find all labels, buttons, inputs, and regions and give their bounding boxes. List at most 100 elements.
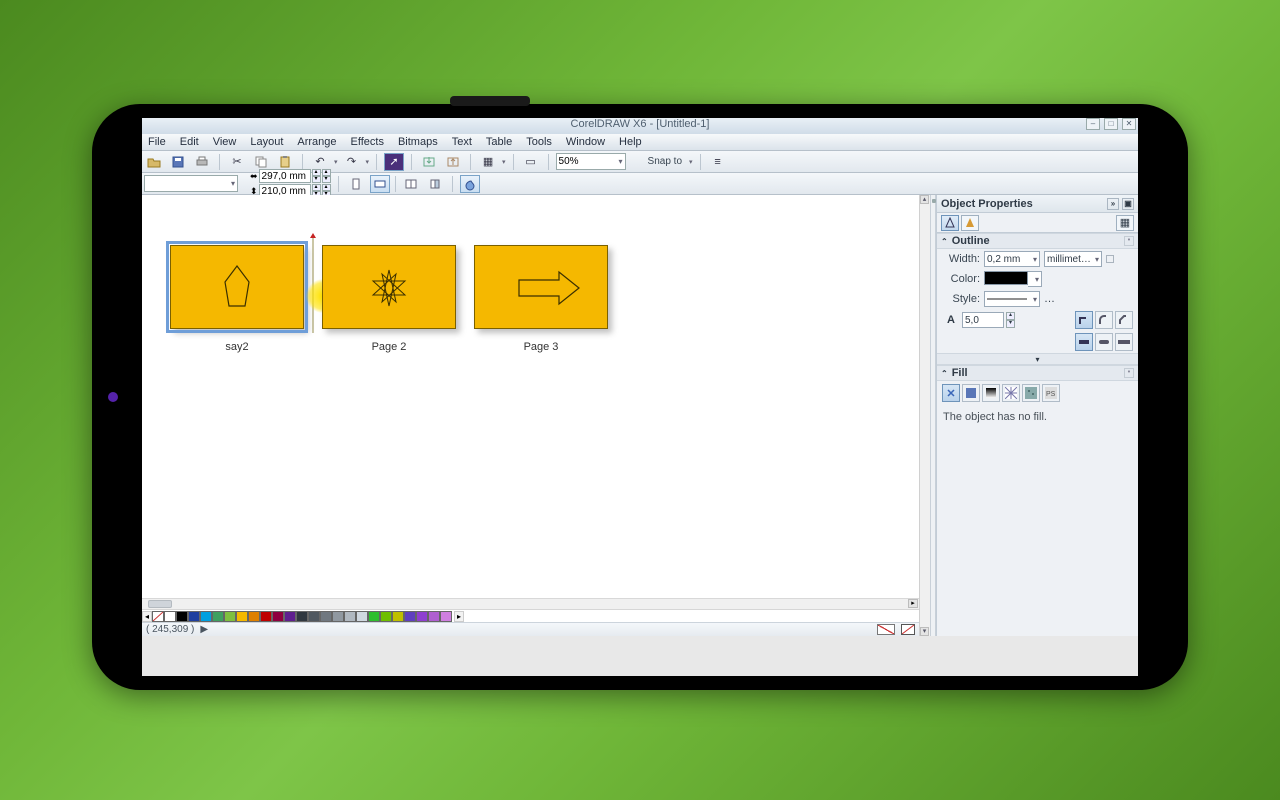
fill-uniform-button[interactable] <box>962 384 980 402</box>
palette-prev-button[interactable]: ◂ <box>142 611 152 622</box>
palette-swatch-17[interactable] <box>368 611 380 622</box>
palette-swatch-15[interactable] <box>344 611 356 622</box>
outline-style-more[interactable]: … <box>1044 293 1055 305</box>
pick-tool-button[interactable]: ➚ <box>384 153 404 171</box>
print-button[interactable] <box>192 153 212 171</box>
outline-expander[interactable]: ▾ <box>937 353 1138 365</box>
miter-limit-input[interactable]: 5,0 <box>962 312 1004 328</box>
page-thumb-3[interactable] <box>474 245 608 329</box>
import-button[interactable] <box>419 153 439 171</box>
palette-swatch-16[interactable] <box>356 611 368 622</box>
page-width-spinner[interactable]: ▴▾ <box>312 169 321 183</box>
close-button[interactable]: ✕ <box>1122 118 1136 130</box>
outline-style-combo[interactable]: ▾ <box>984 291 1040 307</box>
menu-edit[interactable]: Edit <box>180 136 199 148</box>
page-label-1[interactable]: say2 <box>170 341 304 353</box>
status-play-icon[interactable]: ▶ <box>200 624 208 635</box>
palette-swatch-10[interactable] <box>284 611 296 622</box>
palette-swatch-19[interactable] <box>392 611 404 622</box>
cap-round-button[interactable] <box>1095 333 1113 351</box>
palette-swatch-14[interactable] <box>332 611 344 622</box>
menu-view[interactable]: View <box>213 136 237 148</box>
palette-swatch-20[interactable] <box>404 611 416 622</box>
palette-swatch-2[interactable] <box>188 611 200 622</box>
publish-button[interactable]: ▦ <box>478 153 498 171</box>
menu-bitmaps[interactable]: Bitmaps <box>398 136 438 148</box>
palette-swatch-3[interactable] <box>200 611 212 622</box>
menu-text[interactable]: Text <box>452 136 472 148</box>
save-button[interactable] <box>168 153 188 171</box>
corner-bevel-button[interactable] <box>1115 311 1133 329</box>
palette-swatch-13[interactable] <box>320 611 332 622</box>
outline-unit-combo[interactable]: millimet…▾ <box>1044 251 1102 267</box>
redo-button[interactable]: ↷ <box>342 153 362 171</box>
current-page-button[interactable] <box>425 175 445 193</box>
page-width-nudge[interactable]: ▴▾ <box>322 169 331 183</box>
copy-button[interactable] <box>251 153 271 171</box>
outline-color-dropdown[interactable]: ▾ <box>1028 271 1042 287</box>
fullscreen-button[interactable]: ▭ <box>521 153 541 171</box>
outline-color-swatch[interactable] <box>984 271 1028 285</box>
page-thumb-1[interactable] <box>170 245 304 329</box>
palette-swatch-1[interactable] <box>176 611 188 622</box>
paste-button[interactable] <box>275 153 295 171</box>
palette-swatch-22[interactable] <box>428 611 440 622</box>
maximize-button[interactable]: □ <box>1104 118 1118 130</box>
tab-pin-button[interactable]: ▦ <box>1116 215 1134 231</box>
menu-tools[interactable]: Tools <box>526 136 552 148</box>
palette-swatch-6[interactable] <box>236 611 248 622</box>
export-button[interactable] <box>443 153 463 171</box>
menu-help[interactable]: Help <box>619 136 642 148</box>
palette-swatch-11[interactable] <box>296 611 308 622</box>
palette-swatch-9[interactable] <box>272 611 284 622</box>
scroll-right-button[interactable]: ▸ <box>908 599 918 608</box>
minimize-button[interactable]: – <box>1086 118 1100 130</box>
landscape-button[interactable] <box>370 175 390 193</box>
no-color-swatch[interactable] <box>152 611 164 622</box>
dock-splitter[interactable] <box>930 195 936 636</box>
portrait-button[interactable] <box>346 175 366 193</box>
page-label-3[interactable]: Page 3 <box>474 341 608 353</box>
treat-as-filled-button[interactable] <box>460 175 480 193</box>
scroll-down-button[interactable]: ▾ <box>920 627 929 636</box>
outline-width-lock[interactable] <box>1106 255 1114 263</box>
tab-fill[interactable] <box>961 215 979 231</box>
palette-swatch-4[interactable] <box>212 611 224 622</box>
menu-file[interactable]: File <box>148 136 166 148</box>
cap-flat-button[interactable] <box>1075 333 1093 351</box>
panel-menu-button[interactable]: ▣ <box>1122 198 1134 210</box>
menu-table[interactable]: Table <box>486 136 512 148</box>
zoom-combo[interactable]: 50%▾ <box>556 153 626 170</box>
options-button[interactable]: ≡ <box>708 153 728 171</box>
menu-window[interactable]: Window <box>566 136 605 148</box>
cap-square-button[interactable] <box>1115 333 1133 351</box>
panel-collapse-button[interactable]: » <box>1107 198 1119 210</box>
page-sorter-canvas[interactable]: say2 ↖ Page 2 <box>142 195 919 636</box>
object-properties-header[interactable]: Object Properties »▣ <box>937 195 1138 213</box>
palette-swatch-12[interactable] <box>308 611 320 622</box>
palette-swatch-21[interactable] <box>416 611 428 622</box>
tab-outline[interactable] <box>941 215 959 231</box>
section-outline[interactable]: ⌃Outline• <box>937 233 1138 249</box>
menu-layout[interactable]: Layout <box>250 136 283 148</box>
page-label-2[interactable]: Page 2 <box>322 341 456 353</box>
horizontal-scrollbar[interactable]: ▸ <box>142 598 919 609</box>
menu-arrange[interactable]: Arrange <box>297 136 336 148</box>
fill-fountain-button[interactable] <box>982 384 1000 402</box>
palette-swatch-8[interactable] <box>260 611 272 622</box>
corner-round-button[interactable] <box>1095 311 1113 329</box>
fill-postscript-button[interactable]: PS <box>1042 384 1060 402</box>
vertical-scrollbar[interactable]: ▴ ▾ <box>919 195 930 636</box>
fill-none-button[interactable]: ✕ <box>942 384 960 402</box>
palette-next-button[interactable]: ▸ <box>454 611 464 622</box>
undo-button[interactable]: ↶ <box>310 153 330 171</box>
menu-effects[interactable]: Effects <box>351 136 384 148</box>
scroll-up-button[interactable]: ▴ <box>920 195 929 204</box>
palette-swatch-7[interactable] <box>248 611 260 622</box>
page-width-input[interactable]: 297,0 mm <box>259 169 311 183</box>
cut-button[interactable]: ✂ <box>227 153 247 171</box>
fill-texture-button[interactable] <box>1022 384 1040 402</box>
all-pages-button[interactable] <box>401 175 421 193</box>
palette-swatch-23[interactable] <box>440 611 452 622</box>
corner-miter-button[interactable] <box>1075 311 1093 329</box>
